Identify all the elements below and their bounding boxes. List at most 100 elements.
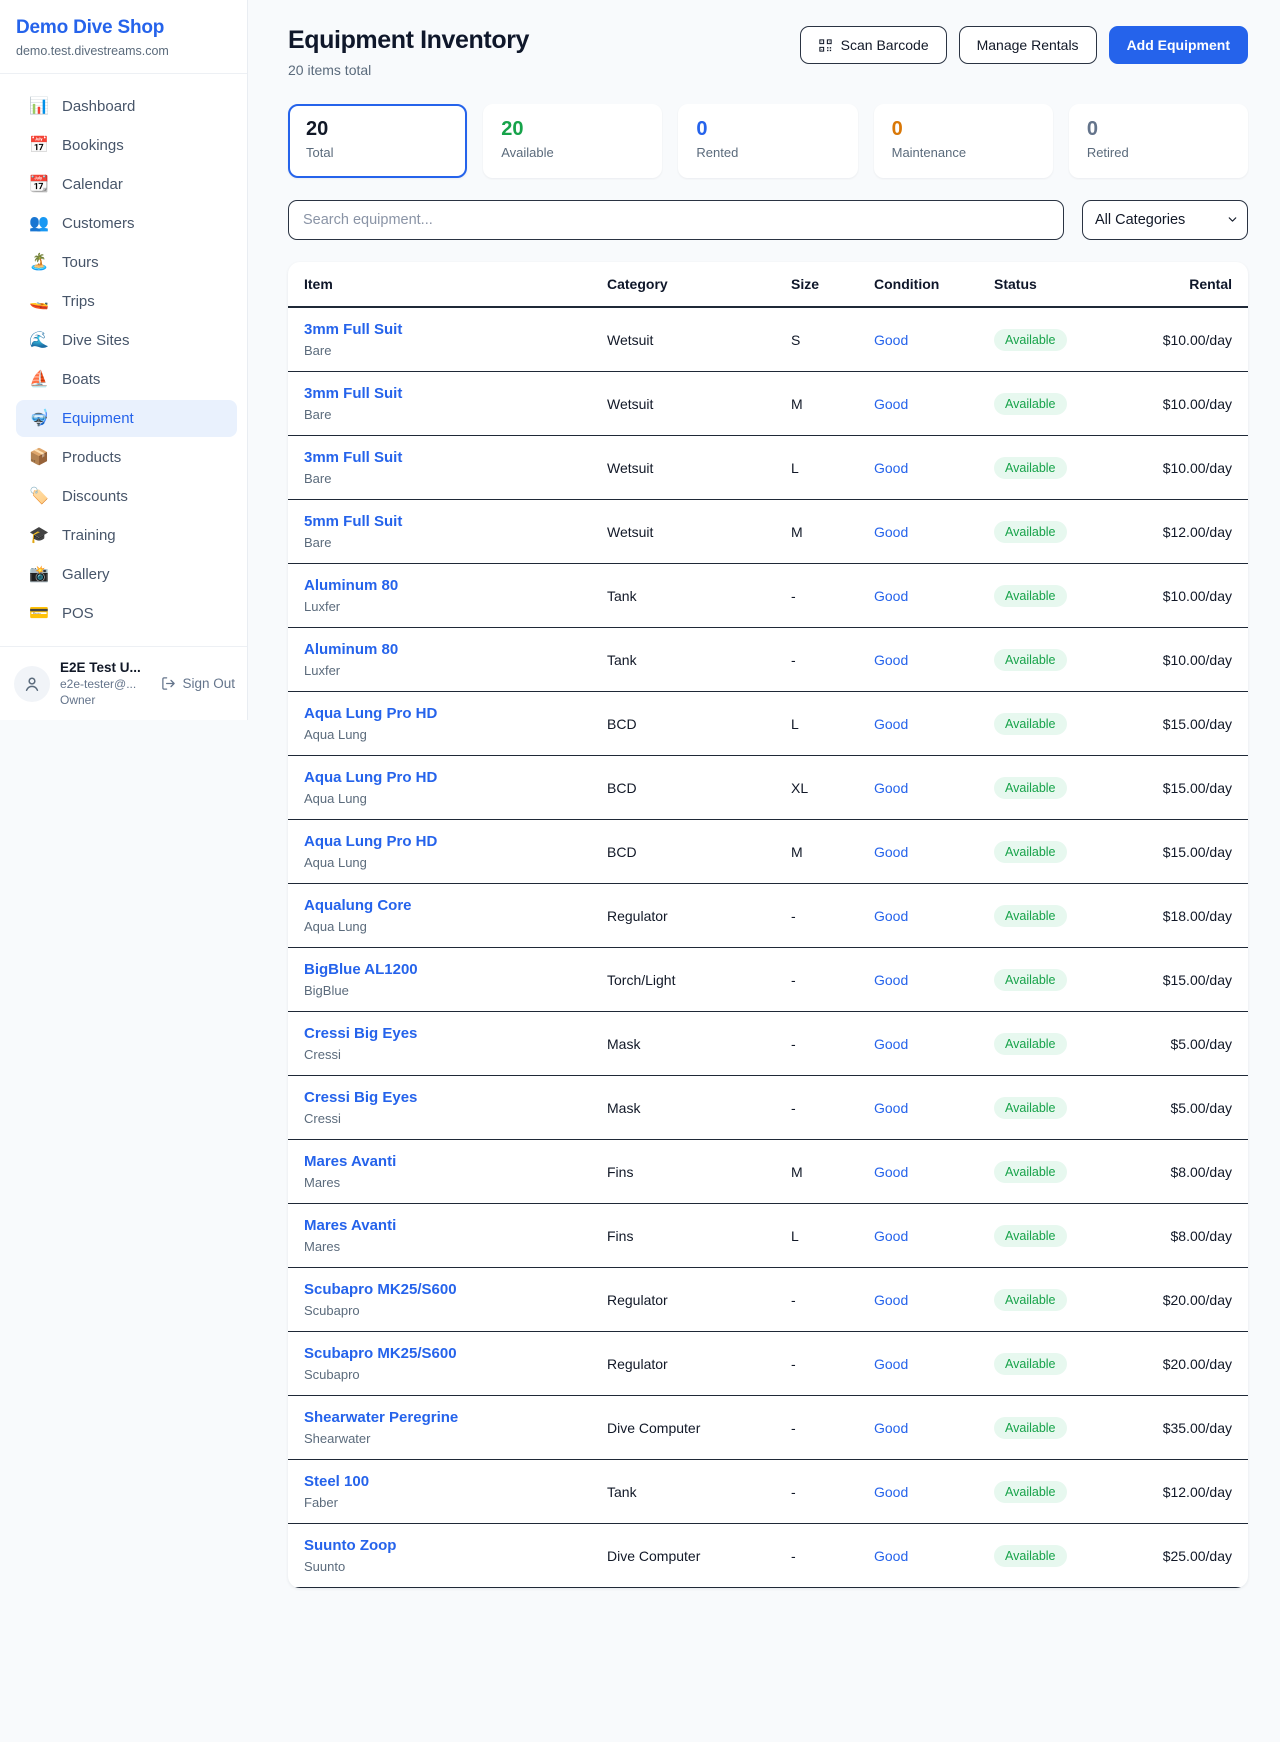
item-link[interactable]: Shearwater Peregrine (304, 1409, 575, 1426)
condition-link[interactable]: Good (874, 396, 908, 412)
user-name: E2E Test U... (60, 660, 141, 675)
condition-link[interactable]: Good (874, 716, 908, 732)
table-row[interactable]: Mares Avanti Mares Fins M Good Available (288, 1140, 1248, 1204)
barcode-scan-icon (818, 38, 833, 53)
condition-link[interactable]: Good (874, 1036, 908, 1052)
item-link[interactable]: Steel 100 (304, 1473, 575, 1490)
table-row[interactable]: 5mm Full Suit Bare Wetsuit M Good Availa… (288, 500, 1248, 564)
table-row[interactable]: Suunto Zoop Suunto Dive Computer - Good … (288, 1524, 1248, 1588)
condition-link[interactable]: Good (874, 972, 908, 988)
sidebar-item-customers[interactable]: 👥 Customers (16, 205, 237, 242)
condition-link[interactable]: Good (874, 1100, 908, 1116)
condition-link[interactable]: Good (874, 1356, 908, 1372)
table-row[interactable]: Aqualung Core Aqua Lung Regulator - Good… (288, 884, 1248, 948)
item-link[interactable]: 3mm Full Suit (304, 321, 575, 338)
condition-link[interactable]: Good (874, 908, 908, 924)
scan-barcode-button[interactable]: Scan Barcode (800, 26, 947, 64)
table-row[interactable]: Scubapro MK25/S600 Scubapro Regulator - … (288, 1268, 1248, 1332)
table-row[interactable]: Aqua Lung Pro HD Aqua Lung BCD XL Good A… (288, 756, 1248, 820)
condition-link[interactable]: Good (874, 780, 908, 796)
condition-link[interactable]: Good (874, 588, 908, 604)
table-row[interactable]: BigBlue AL1200 BigBlue Torch/Light - Goo… (288, 948, 1248, 1012)
sidebar-item-products[interactable]: 📦 Products (16, 439, 237, 476)
table-row[interactable]: Aluminum 80 Luxfer Tank - Good Available (288, 628, 1248, 692)
rental-value: $8.00/day (1118, 1204, 1248, 1268)
training-icon: 🎓 (29, 528, 49, 544)
condition-cell: Good (858, 1524, 978, 1588)
sidebar-item-trips[interactable]: 🚤 Trips (16, 283, 237, 320)
table-row[interactable]: 3mm Full Suit Bare Wetsuit S Good Availa… (288, 307, 1248, 372)
table-row[interactable]: Steel 100 Faber Tank - Good Available (288, 1460, 1248, 1524)
sidebar-item-discounts[interactable]: 🏷️ Discounts (16, 478, 237, 515)
sidebar-item-boats[interactable]: ⛵ Boats (16, 361, 237, 398)
item-link[interactable]: Aqua Lung Pro HD (304, 833, 575, 850)
sidebar-item-calendar[interactable]: 📆 Calendar (16, 166, 237, 203)
condition-link[interactable]: Good (874, 460, 908, 476)
table-row[interactable]: Cressi Big Eyes Cressi Mask - Good Avail… (288, 1076, 1248, 1140)
condition-cell: Good (858, 692, 978, 756)
item-link[interactable]: Aqua Lung Pro HD (304, 769, 575, 786)
condition-link[interactable]: Good (874, 1292, 908, 1308)
item-link[interactable]: Aluminum 80 (304, 641, 575, 658)
sign-out-button[interactable]: Sign Out (161, 676, 235, 691)
item-link[interactable]: BigBlue AL1200 (304, 961, 575, 978)
condition-link[interactable]: Good (874, 332, 908, 348)
item-link[interactable]: Aqualung Core (304, 897, 575, 914)
table-row[interactable]: Scubapro MK25/S600 Scubapro Regulator - … (288, 1332, 1248, 1396)
item-link[interactable]: Scubapro MK25/S600 (304, 1281, 575, 1298)
search-input[interactable] (288, 200, 1064, 240)
stat-card-rented[interactable]: 0 Rented (678, 104, 857, 178)
condition-link[interactable]: Good (874, 524, 908, 540)
item-link[interactable]: 5mm Full Suit (304, 513, 575, 530)
manage-rentals-button[interactable]: Manage Rentals (959, 26, 1097, 64)
item-size: - (775, 1076, 858, 1140)
item-link[interactable]: Mares Avanti (304, 1217, 575, 1234)
sidebar-item-equipment[interactable]: 🤿 Equipment (16, 400, 237, 437)
stat-card-total[interactable]: 20 Total (288, 104, 467, 178)
table-row[interactable]: Shearwater Peregrine Shearwater Dive Com… (288, 1396, 1248, 1460)
sidebar-item-dashboard[interactable]: 📊 Dashboard (16, 88, 237, 125)
add-equipment-button[interactable]: Add Equipment (1109, 26, 1248, 64)
stat-card-available[interactable]: 20 Available (483, 104, 662, 178)
category-select[interactable]: All Categories (1082, 200, 1248, 240)
item-size: M (775, 372, 858, 436)
condition-link[interactable]: Good (874, 652, 908, 668)
item-link[interactable]: Aqua Lung Pro HD (304, 705, 575, 722)
item-link[interactable]: Aluminum 80 (304, 577, 575, 594)
item-link[interactable]: Cressi Big Eyes (304, 1089, 575, 1106)
condition-link[interactable]: Good (874, 844, 908, 860)
status-badge: Available (994, 1481, 1067, 1503)
sidebar-item-tours[interactable]: 🏝️ Tours (16, 244, 237, 281)
item-link[interactable]: Mares Avanti (304, 1153, 575, 1170)
sidebar-item-dive-sites[interactable]: 🌊 Dive Sites (16, 322, 237, 359)
table-header-row: Item Category Size Condition Status Rent… (288, 262, 1248, 307)
item-link[interactable]: Scubapro MK25/S600 (304, 1345, 575, 1362)
table-row[interactable]: Cressi Big Eyes Cressi Mask - Good Avail… (288, 1012, 1248, 1076)
table-row[interactable]: Mares Avanti Mares Fins L Good Available (288, 1204, 1248, 1268)
condition-link[interactable]: Good (874, 1228, 908, 1244)
table-row[interactable]: 3mm Full Suit Bare Wetsuit L Good Availa… (288, 436, 1248, 500)
tours-icon: 🏝️ (29, 255, 49, 271)
item-link[interactable]: Suunto Zoop (304, 1537, 575, 1554)
condition-cell: Good (858, 372, 978, 436)
stat-card-retired[interactable]: 0 Retired (1069, 104, 1248, 178)
condition-link[interactable]: Good (874, 1420, 908, 1436)
sidebar-item-bookings[interactable]: 📅 Bookings (16, 127, 237, 164)
sidebar-item-training[interactable]: 🎓 Training (16, 517, 237, 554)
sidebar-item-gallery[interactable]: 📸 Gallery (16, 556, 237, 593)
status-badge: Available (994, 905, 1067, 927)
item-link[interactable]: Cressi Big Eyes (304, 1025, 575, 1042)
condition-link[interactable]: Good (874, 1484, 908, 1500)
condition-link[interactable]: Good (874, 1548, 908, 1564)
condition-link[interactable]: Good (874, 1164, 908, 1180)
item-link[interactable]: 3mm Full Suit (304, 449, 575, 466)
item-link[interactable]: 3mm Full Suit (304, 385, 575, 402)
stat-card-maintenance[interactable]: 0 Maintenance (874, 104, 1053, 178)
status-cell: Available (978, 820, 1118, 884)
table-row[interactable]: Aluminum 80 Luxfer Tank - Good Available (288, 564, 1248, 628)
table-row[interactable]: Aqua Lung Pro HD Aqua Lung BCD L Good Av… (288, 692, 1248, 756)
item-cell: Scubapro MK25/S600 Scubapro (288, 1332, 591, 1396)
sidebar-item-pos[interactable]: 💳 POS (16, 595, 237, 632)
table-row[interactable]: Aqua Lung Pro HD Aqua Lung BCD M Good Av… (288, 820, 1248, 884)
table-row[interactable]: 3mm Full Suit Bare Wetsuit M Good Availa… (288, 372, 1248, 436)
